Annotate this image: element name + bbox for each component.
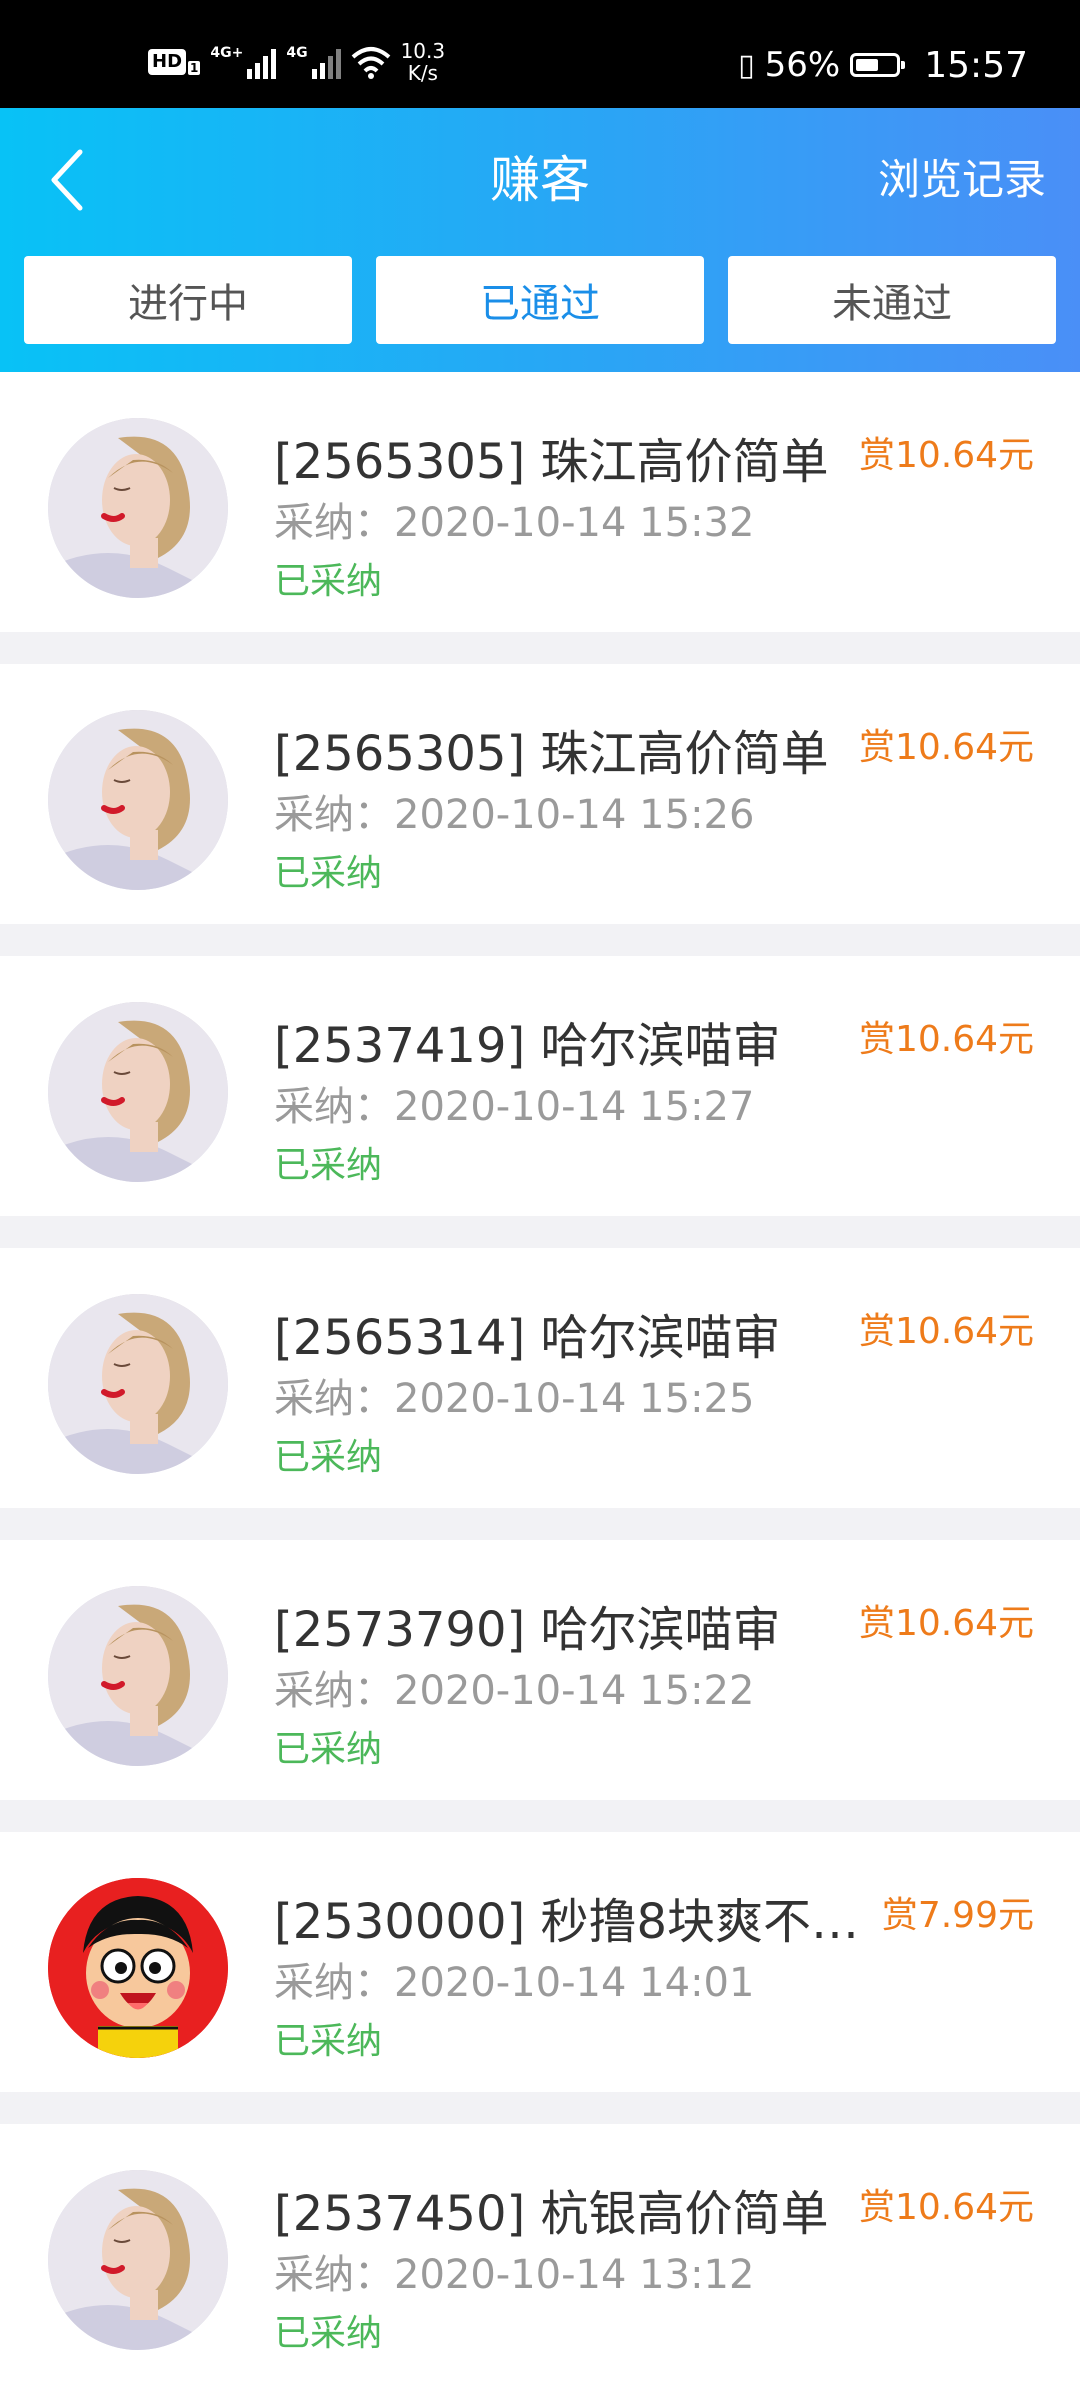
task-title: [2565305] 珠江高价简单 <box>274 434 829 490</box>
status-badge: 已采纳 <box>274 561 383 602</box>
list-item[interactable]: [2565305] 珠江高价简单 采纳：2020-10-14 15:32 已采纳… <box>0 372 1080 632</box>
avatar <box>48 710 228 890</box>
list-item[interactable]: [2530000] 秒撸8块爽不爽… 采纳：2020-10-14 14:01 已… <box>0 1832 1080 2092</box>
reward-amount: 赏10.64元 <box>858 1019 1034 1060</box>
avatar <box>48 2170 228 2350</box>
avatar <box>48 418 228 598</box>
task-time: 采纳：2020-10-14 13:12 <box>274 2252 755 2298</box>
clock: 15:57 <box>924 44 1028 86</box>
status-right: ▯ 56% 15:57 <box>738 40 1028 90</box>
task-title: [2565314] 哈尔滨喵审 <box>274 1310 781 1366</box>
reward-amount: 赏10.64元 <box>858 1603 1034 1644</box>
network-speed: 10.3 K/s <box>400 39 446 85</box>
list-item[interactable]: [2565314] 哈尔滨喵审 采纳：2020-10-14 15:25 已采纳 … <box>0 1248 1080 1508</box>
task-time: 采纳：2020-10-14 14:01 <box>274 1960 755 2006</box>
tab-rejected[interactable]: 未通过 <box>728 256 1056 344</box>
avatar <box>48 1586 228 1766</box>
vibrate-icon: ▯ <box>738 47 755 83</box>
signal-icon: 4G+ <box>210 45 277 79</box>
task-title: [2537450] 杭银高价简单 <box>274 2186 829 2242</box>
task-title: [2565305] 珠江高价简单 <box>274 726 829 782</box>
list-item[interactable]: [2573790] 哈尔滨喵审 采纳：2020-10-14 15:22 已采纳 … <box>0 1540 1080 1800</box>
status-badge: 已采纳 <box>274 1729 383 1770</box>
reward-amount: 赏10.64元 <box>858 435 1034 476</box>
wifi-icon <box>351 47 390 79</box>
status-badge: 已采纳 <box>274 2313 383 2354</box>
status-bar: HD 1 4G+ 4G 10.3 K/s ▯ 56% 15:57 <box>0 0 1080 108</box>
task-time: 采纳：2020-10-14 15:27 <box>274 1084 755 1130</box>
app-header: 赚客 浏览记录 进行中 已通过 未通过 <box>0 108 1080 372</box>
task-time: 采纳：2020-10-14 15:32 <box>274 500 755 546</box>
status-left: HD 1 4G+ 4G 10.3 K/s <box>148 40 445 84</box>
signal-icon: 4G <box>286 45 341 79</box>
reward-amount: 赏10.64元 <box>858 1311 1034 1352</box>
status-badge: 已采纳 <box>274 853 383 894</box>
reward-amount: 赏10.64元 <box>858 727 1034 768</box>
tab-in-progress[interactable]: 进行中 <box>24 256 352 344</box>
task-time: 采纳：2020-10-14 15:26 <box>274 792 755 838</box>
battery-percent: 56% <box>764 45 841 85</box>
tab-approved[interactable]: 已通过 <box>376 256 704 344</box>
status-badge: 已采纳 <box>274 1437 383 1478</box>
reward-amount: 赏7.99元 <box>881 1895 1034 1936</box>
task-title: [2530000] 秒撸8块爽不爽… <box>274 1894 864 1950</box>
hd-voice-icon: HD 1 <box>148 49 201 75</box>
avatar <box>48 1878 228 2058</box>
task-time: 采纳：2020-10-14 15:22 <box>274 1668 755 1714</box>
task-title: [2573790] 哈尔滨喵审 <box>274 1602 781 1658</box>
task-time: 采纳：2020-10-14 15:25 <box>274 1376 755 1422</box>
reward-amount: 赏10.64元 <box>858 2187 1034 2228</box>
list-item[interactable]: [2537450] 杭银高价简单 采纳：2020-10-14 13:12 已采纳… <box>0 2124 1080 2384</box>
list-item[interactable]: [2537419] 哈尔滨喵审 采纳：2020-10-14 15:27 已采纳 … <box>0 956 1080 1216</box>
status-badge: 已采纳 <box>274 1145 383 1186</box>
list-item[interactable]: [2565305] 珠江高价简单 采纳：2020-10-14 15:26 已采纳… <box>0 664 1080 924</box>
task-title: [2537419] 哈尔滨喵审 <box>274 1018 781 1074</box>
browse-history-link[interactable]: 浏览记录 <box>878 142 1046 218</box>
avatar <box>48 1294 228 1474</box>
battery-icon <box>850 53 906 77</box>
filter-tabs: 进行中 已通过 未通过 <box>24 256 1056 344</box>
avatar <box>48 1002 228 1182</box>
status-badge: 已采纳 <box>274 2021 383 2062</box>
